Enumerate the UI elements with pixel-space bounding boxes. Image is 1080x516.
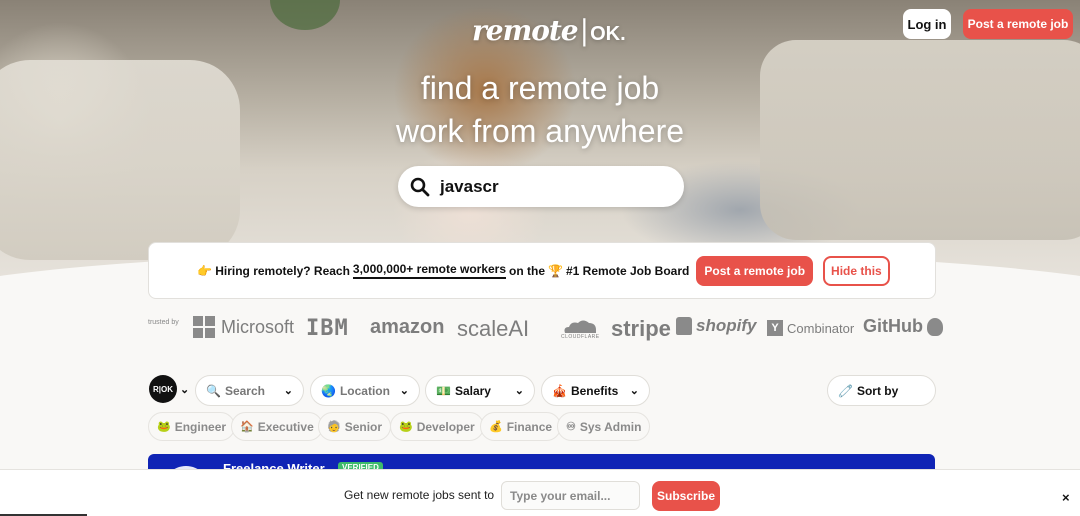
email-field[interactable]: Type your email... (501, 481, 640, 510)
money-bag-icon: 💰 (489, 421, 503, 433)
subheadline: work from anywhere (395, 113, 685, 149)
chevron-down-icon: ⌄ (399, 385, 409, 397)
search-icon: 🔍 (206, 383, 221, 398)
infinity-icon: ♾ (566, 421, 576, 433)
tag-finance[interactable]: 💰 Finance (480, 412, 562, 441)
subscribe-button[interactable]: Subscribe (652, 481, 720, 511)
benefits-icon: 🎪 (552, 383, 567, 398)
tag-executive[interactable]: 🏠 Executive (231, 412, 323, 441)
older-person-icon: 🧓 (327, 421, 341, 433)
subscribe-bar: Get new remote jobs sent to Type your em… (0, 469, 1080, 516)
frog-icon: 🐸 (399, 421, 413, 433)
stripe-logo: stripe (611, 316, 671, 341)
tag-sys-admin[interactable]: ♾ Sys Admin (557, 412, 651, 441)
ycombinator-icon: Y (767, 320, 783, 336)
remoteok-filter-button[interactable]: R|OK (149, 375, 177, 403)
trophy-icon: 🏆 (548, 263, 563, 278)
close-icon[interactable]: × (1062, 490, 1070, 505)
amazon-logo: amazon (370, 316, 445, 338)
headline: find a remote job (420, 70, 660, 106)
microsoft-logo: Microsoft (193, 316, 294, 338)
github-octocat-icon (927, 317, 943, 336)
subscribe-label: Get new remote jobs sent to (344, 488, 495, 502)
sort-by-button[interactable]: 🧷 Sort by (827, 375, 936, 406)
tag-developer[interactable]: 🐸 Developer (390, 412, 484, 441)
search-input[interactable]: javascr (398, 166, 684, 207)
shopify-bag-icon (676, 317, 692, 335)
tag-engineer[interactable]: 🐸 Engineer (148, 412, 236, 441)
salary-filter[interactable]: 💵 Salary ⌄ (425, 375, 535, 406)
chevron-down-icon: ⌄ (629, 385, 639, 397)
sort-icon: 🧷 (838, 383, 853, 398)
banner-text: Hiring remotely? Reach (215, 263, 350, 278)
search-filter[interactable]: 🔍 Search ⌄ (195, 375, 304, 406)
logo-ok: OK. (590, 23, 626, 45)
logo[interactable]: remote| OK. (472, 14, 626, 47)
logo-text: remote (472, 14, 579, 47)
post-job-button[interactable]: Post a remote job (963, 9, 1073, 39)
chevron-down-icon[interactable]: ⌄ (180, 383, 189, 396)
search-value[interactable]: javascr (440, 177, 499, 197)
search-icon (410, 177, 430, 196)
house-icon: 🏠 (240, 421, 254, 433)
ibm-logo: IBM (306, 316, 349, 341)
tag-senior[interactable]: 🧓 Senior (318, 412, 392, 441)
frog-icon: 🐸 (157, 421, 171, 433)
login-button[interactable]: Log in (903, 9, 951, 39)
pointing-hand-icon: 👉 (197, 263, 213, 278)
ycombinator-logo: Y Combinator (767, 320, 854, 336)
money-icon: 💵 (436, 383, 451, 398)
location-filter[interactable]: 🌏 Location ⌄ (310, 375, 420, 406)
cloudflare-icon (564, 320, 597, 333)
scaleai-logo: scaleAI (457, 316, 530, 341)
banner-post-job-button[interactable]: Post a remote job (696, 255, 814, 286)
cloudflare-logo: CLOUDFLARE (561, 318, 600, 340)
banner-highlight-link[interactable]: 3,000,000+ remote workers (352, 262, 507, 279)
microsoft-icon (193, 316, 215, 338)
banner-text: #1 Remote Job Board (565, 263, 690, 278)
globe-icon: 🌏 (321, 383, 336, 398)
hide-banner-button[interactable]: Hide this (823, 255, 890, 286)
chevron-down-icon: ⌄ (283, 385, 293, 397)
banner-text: on the (509, 263, 546, 278)
hiring-banner: 👉 Hiring remotely? Reach 3,000,000+ remo… (148, 242, 936, 299)
github-logo: GitHub (863, 316, 943, 337)
chevron-down-icon: ⌄ (514, 385, 524, 397)
shopify-logo: shopify (676, 316, 756, 336)
trusted-by-label: trusted by (148, 319, 179, 326)
logo-separator: | (579, 14, 589, 47)
plant-bg (270, 0, 340, 30)
benefits-filter[interactable]: 🎪 Benefits ⌄ (541, 375, 650, 406)
